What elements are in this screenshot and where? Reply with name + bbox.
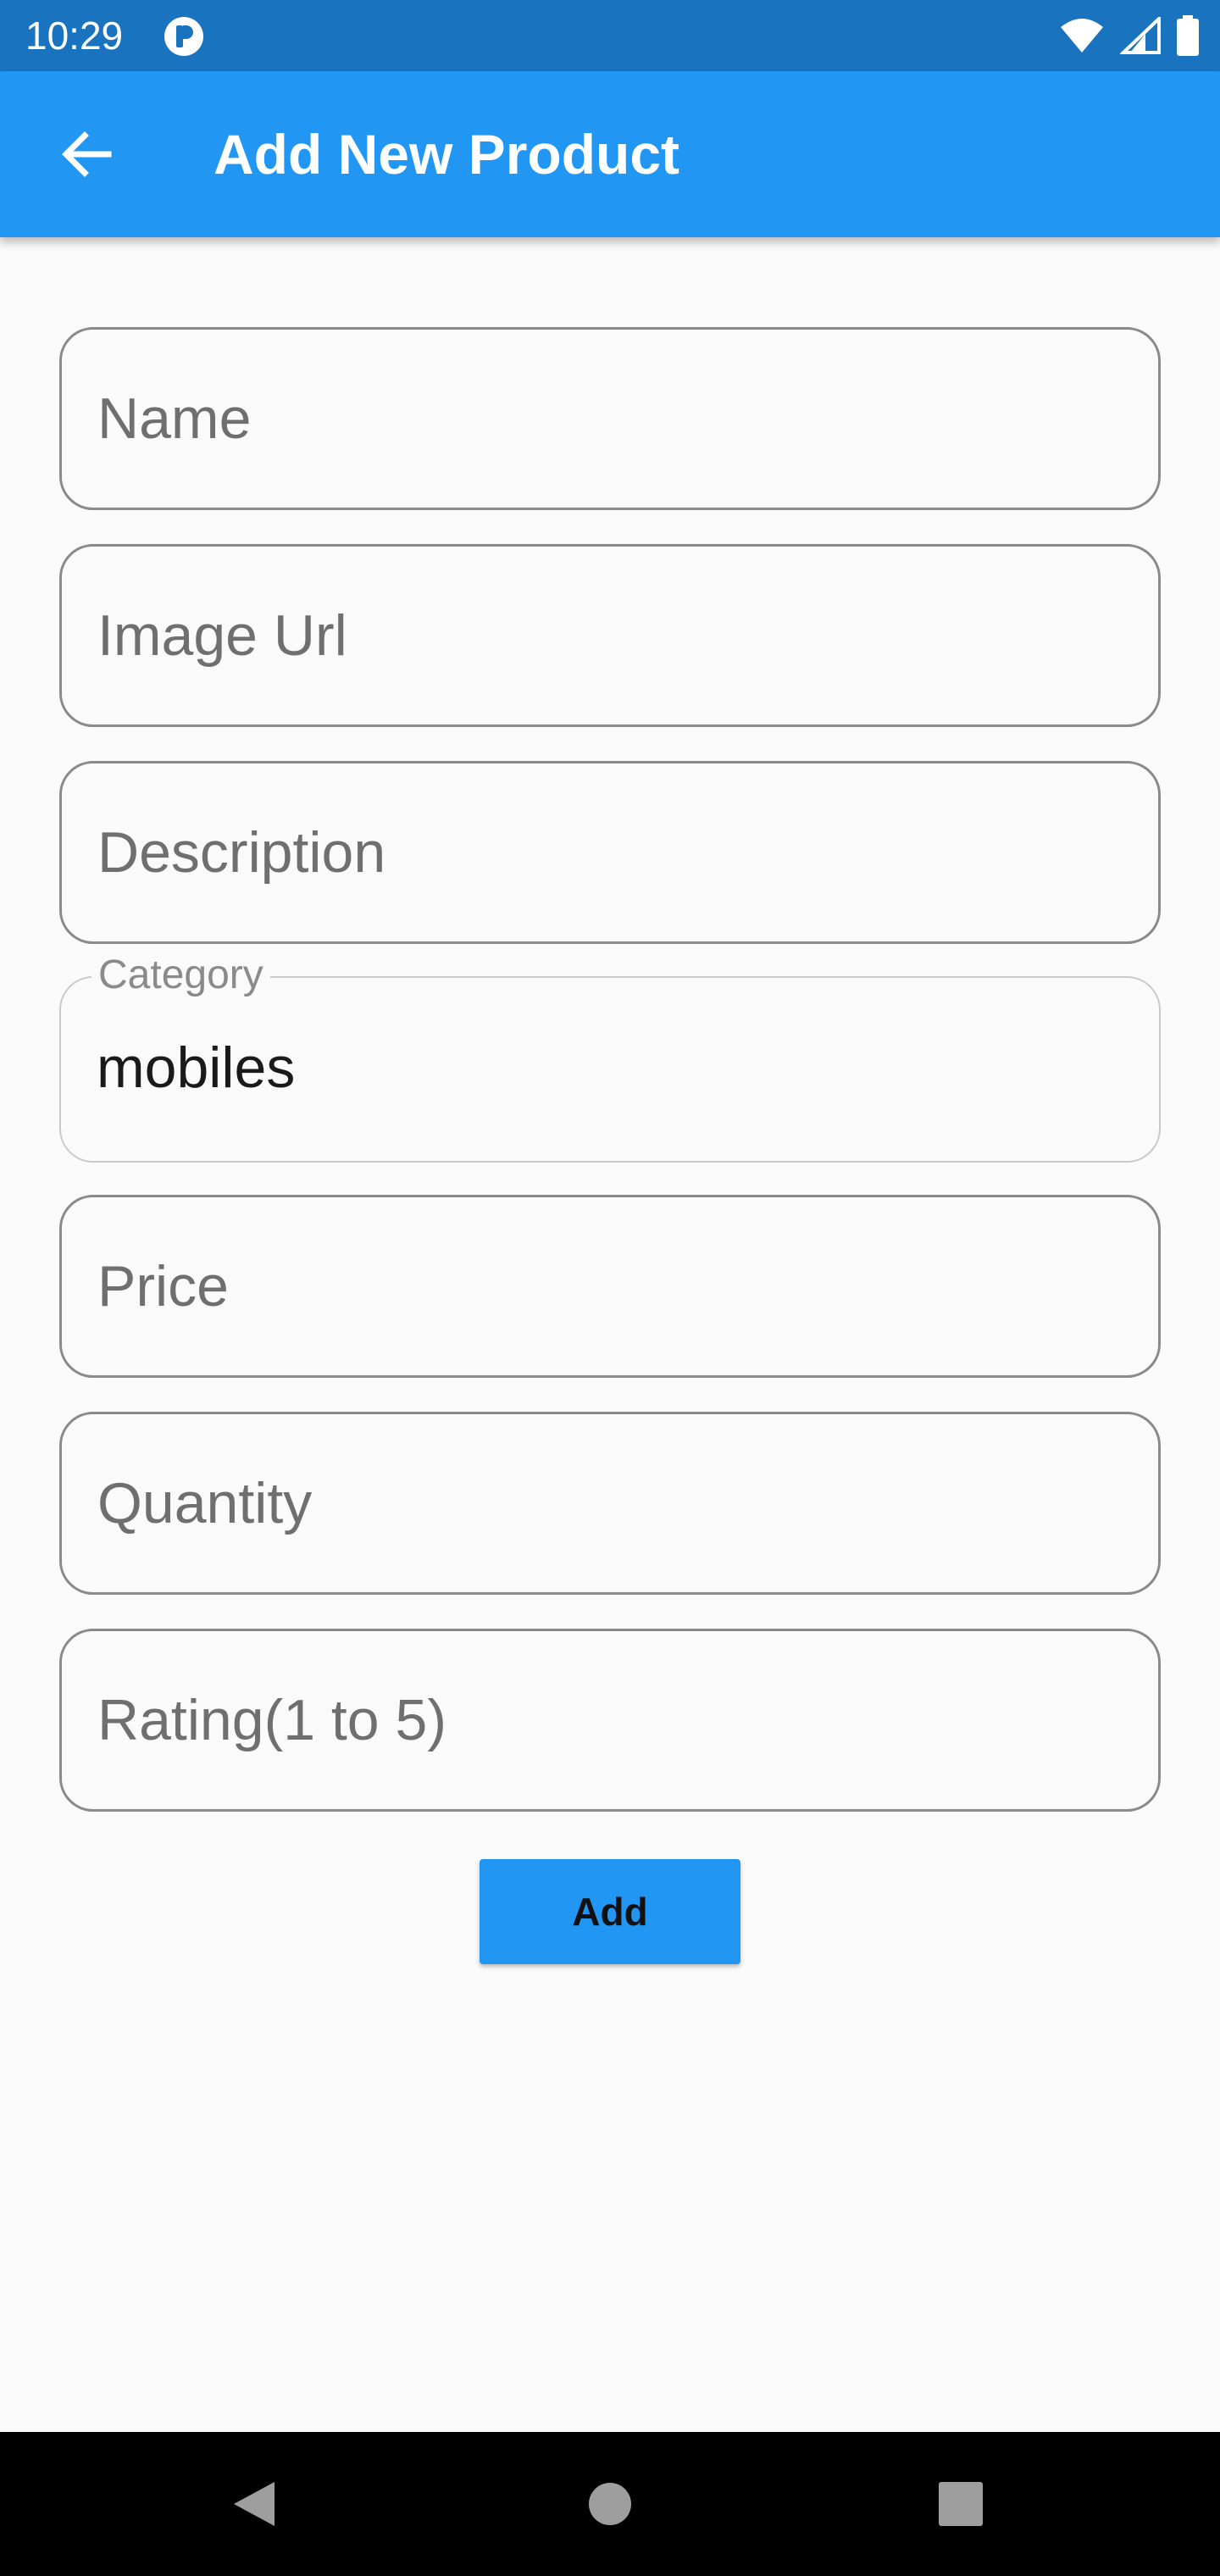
name-field[interactable]: Name: [59, 327, 1161, 510]
status-bar: 10:29: [0, 0, 1220, 71]
image-url-field[interactable]: Image Url: [59, 544, 1161, 727]
app-bar: Add New Product: [0, 71, 1220, 237]
quantity-field[interactable]: Quantity: [59, 1412, 1161, 1595]
back-triangle-icon: [234, 2482, 274, 2526]
description-field[interactable]: Description: [59, 761, 1161, 944]
home-circle-icon: [589, 2483, 631, 2525]
rating-field[interactable]: Rating(1 to 5): [59, 1629, 1161, 1812]
add-button[interactable]: Add: [480, 1859, 740, 1964]
arrow-back-icon: [62, 131, 112, 177]
category-value: mobiles: [97, 1035, 296, 1100]
image-url-placeholder: Image Url: [97, 603, 347, 668]
battery-icon: [1177, 15, 1199, 56]
system-nav-bar: [0, 2432, 1220, 2576]
quantity-placeholder: Quantity: [97, 1471, 313, 1535]
status-time: 10:29: [25, 14, 124, 58]
rating-placeholder: Rating(1 to 5): [97, 1688, 446, 1752]
description-placeholder: Description: [97, 820, 386, 885]
category-field[interactable]: Category mobiles: [59, 952, 1161, 1163]
price-placeholder: Price: [97, 1254, 229, 1319]
name-placeholder: Name: [97, 386, 252, 451]
wifi-icon: [1061, 19, 1103, 53]
nav-home-button[interactable]: [568, 2462, 652, 2546]
app-notification-icon: [164, 17, 203, 56]
price-field[interactable]: Price: [59, 1195, 1161, 1378]
status-icons: [1059, 14, 1200, 58]
page-title: Add New Product: [214, 123, 680, 186]
cellular-signal-icon: [1120, 17, 1161, 54]
nav-recents-button[interactable]: [918, 2462, 1003, 2546]
nav-back-button[interactable]: [212, 2462, 297, 2546]
back-button[interactable]: [44, 112, 129, 197]
recents-square-icon: [939, 2482, 983, 2526]
